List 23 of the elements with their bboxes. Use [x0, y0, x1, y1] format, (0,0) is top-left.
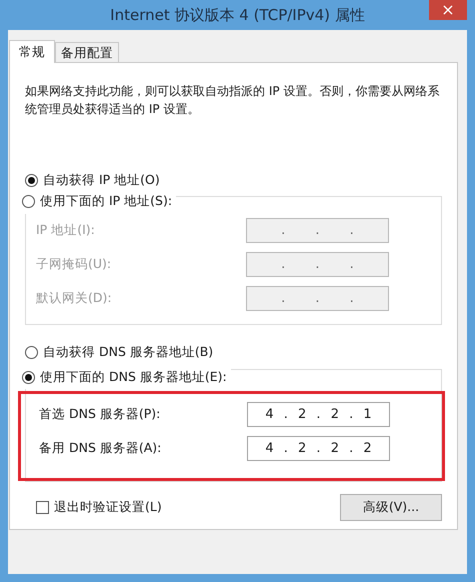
field-label: 首选 DNS 服务器(P):	[39, 406, 160, 423]
window-title: Internet 协议版本 4 (TCP/IPv4) 属性	[110, 6, 365, 24]
radio-button[interactable]	[22, 195, 35, 208]
ip-address-field[interactable]: 4 . 2 . 2 . 2	[247, 436, 390, 461]
radio-button[interactable]	[22, 370, 35, 384]
radio-button[interactable]	[25, 346, 38, 359]
advanced-button[interactable]: 高级(V)...	[340, 494, 442, 521]
checkbox-label: 退出时验证设置(L)	[54, 499, 162, 516]
checkbox[interactable]	[36, 501, 49, 514]
radio-label: 使用下面的 IP 地址(S):	[40, 193, 172, 210]
field-label: 默认网关(D):	[36, 290, 112, 306]
tab[interactable]: 备用配置	[55, 42, 119, 62]
tab[interactable]: 常规	[9, 40, 55, 63]
field-label: IP 地址(I):	[36, 222, 95, 238]
radio-label: 自动获得 IP 地址(O)	[43, 172, 160, 188]
radio-button[interactable]	[25, 174, 38, 186]
close-button[interactable]: ×	[429, 0, 467, 20]
description-text: 如果网络支持此功能，则可以获取自动指派的 IP 设置。否则，你需要从网络系统管理员处获得适当的 IP 设置。	[25, 83, 440, 118]
field-label: 备用 DNS 服务器(A):	[39, 440, 162, 457]
field-label: 子网掩码(U):	[36, 256, 112, 272]
ip-address-field[interactable]: 4 . 2 . 2 . 1	[247, 402, 390, 427]
radio-label: 使用下面的 DNS 服务器地址(E):	[40, 368, 227, 386]
radio-label: 自动获得 DNS 服务器地址(B)	[43, 344, 214, 361]
